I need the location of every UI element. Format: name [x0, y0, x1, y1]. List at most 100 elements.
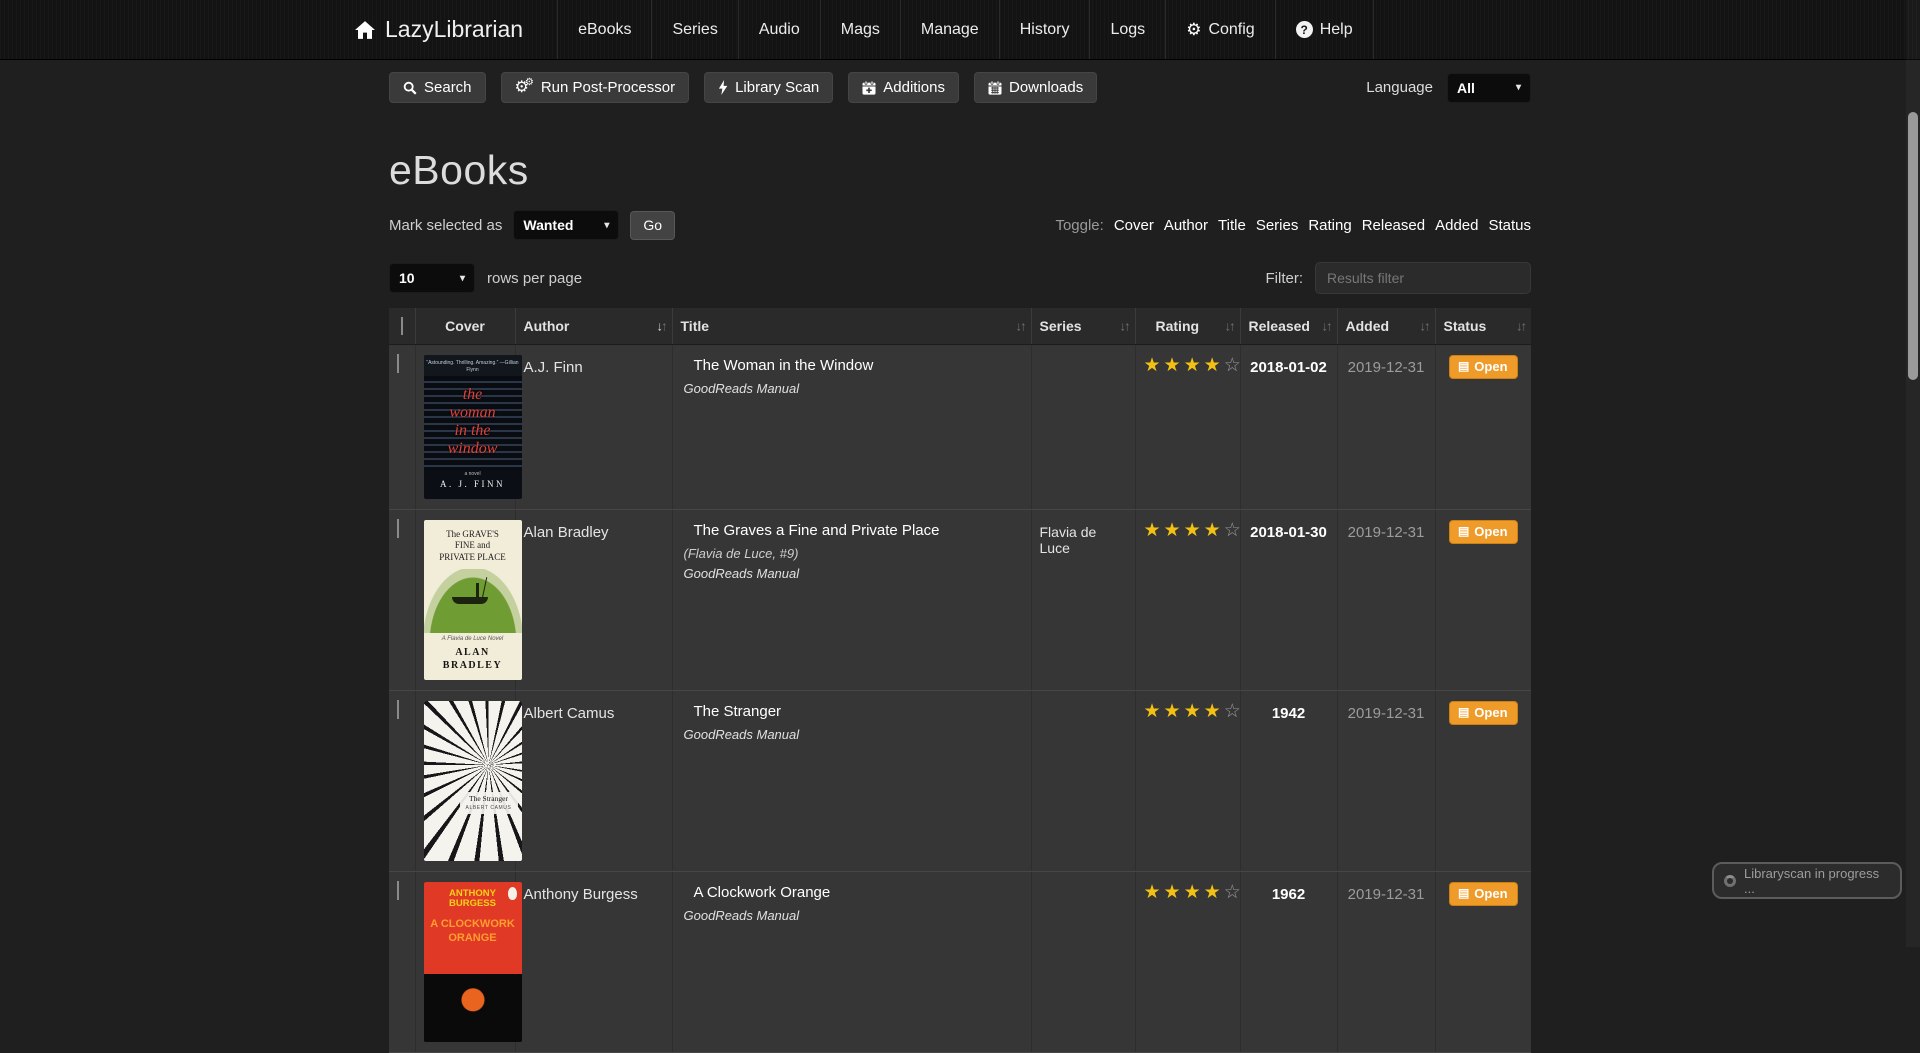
table-row: The GRAVE'S FINE and PRIVATE PLACE A Fla…	[389, 509, 1531, 690]
table-row: The Stranger ALBERT CAMUS Albert Camus T…	[389, 690, 1531, 871]
row-checkbox[interactable]	[397, 519, 399, 538]
book-cover[interactable]: The Stranger ALBERT CAMUS	[424, 701, 522, 861]
nav-item-history[interactable]: History	[999, 0, 1090, 59]
header-status[interactable]: Status↓↑	[1435, 308, 1531, 344]
cover-tagline: “Astounding. Thrilling. Amazing.” —Gilli…	[424, 355, 522, 376]
star-rating: ★★★★☆	[1144, 355, 1244, 376]
nav-item-config[interactable]: ⚙ Config	[1165, 0, 1275, 59]
header-label: Status	[1444, 318, 1487, 334]
book-cover[interactable]: “Astounding. Thrilling. Amazing.” —Gilli…	[424, 355, 522, 499]
row-checkbox[interactable]	[397, 354, 399, 373]
nav-item-series[interactable]: Series	[651, 0, 737, 59]
go-button[interactable]: Go	[630, 211, 675, 240]
select-all-checkbox[interactable]	[401, 317, 403, 335]
downloads-button[interactable]: Downloads	[974, 72, 1097, 103]
nav-item-logs[interactable]: Logs	[1089, 0, 1165, 59]
released-cell: 1962	[1240, 871, 1337, 1052]
mark-status-select[interactable]: Wanted ▾	[513, 210, 619, 240]
header-title[interactable]: Title↓↑	[672, 308, 1031, 344]
released-cell: 1942	[1240, 690, 1337, 871]
rows-per-page-select[interactable]: 10 ▾	[389, 263, 475, 293]
toggle-added[interactable]: Added	[1435, 217, 1478, 234]
header-label: Series	[1040, 318, 1082, 334]
results-filter-input[interactable]	[1315, 262, 1531, 294]
bolt-icon	[718, 80, 728, 95]
author-link[interactable]: Albert Camus	[524, 705, 615, 722]
rating-cell: ★★★★☆	[1135, 344, 1240, 509]
author-link[interactable]: Anthony Burgess	[524, 886, 638, 903]
book-title-link[interactable]: A Clockwork Orange	[681, 884, 1023, 901]
cover-cell: “Astounding. Thrilling. Amazing.” —Gilli…	[415, 344, 515, 509]
open-button[interactable]: ▤Open	[1449, 355, 1518, 379]
book-title-link[interactable]: The Woman in the Window	[681, 357, 1023, 374]
search-button[interactable]: Search	[389, 72, 486, 103]
series-note: (Flavia de Luce, #9)	[681, 546, 1023, 561]
toggle-rating[interactable]: Rating	[1308, 217, 1351, 234]
rating-cell: ★★★★☆	[1135, 871, 1240, 1052]
status-cell: ▤Open	[1435, 344, 1531, 509]
toggle-status[interactable]: Status	[1488, 217, 1531, 234]
nav-item-manage[interactable]: Manage	[900, 0, 999, 59]
toggle-series[interactable]: Series	[1256, 217, 1299, 234]
toggle-released[interactable]: Released	[1362, 217, 1425, 234]
author-link[interactable]: Alan Bradley	[524, 524, 609, 541]
brand-link[interactable]: LazyLibrarian	[355, 0, 557, 59]
spinner-icon	[1724, 875, 1736, 887]
language-select[interactable]: All ▾	[1447, 73, 1531, 103]
book-title-link[interactable]: The Graves a Fine and Private Place	[681, 522, 1023, 539]
additions-button[interactable]: Additions	[848, 72, 959, 103]
open-button[interactable]: ▤Open	[1449, 882, 1518, 906]
ebooks-table: Cover Author↓↑ Title↓↑ Series↓↑ Rating↓↑…	[389, 308, 1531, 1053]
rows-per-page-label: rows per page	[487, 270, 582, 287]
book-cover[interactable]: ANTHONY BURGESS A CLOCKWORK ORANGE	[424, 882, 522, 1042]
sort-icon: ↓↑	[1016, 318, 1025, 333]
title-cell: The Graves a Fine and Private Place (Fla…	[672, 509, 1031, 690]
toggle-title[interactable]: Title	[1218, 217, 1246, 234]
sort-icon: ↓↑	[1420, 318, 1429, 333]
row-checkbox[interactable]	[397, 700, 399, 719]
header-cover: Cover	[415, 308, 515, 344]
home-icon	[355, 21, 375, 39]
run-post-processor-button[interactable]: ⚙⚙ Run Post-Processor	[501, 72, 690, 103]
header-rating[interactable]: Rating↓↑	[1135, 308, 1240, 344]
header-added[interactable]: Added↓↑	[1337, 308, 1435, 344]
cover-cell: The Stranger ALBERT CAMUS	[415, 690, 515, 871]
row-select-cell	[389, 509, 415, 690]
row-checkbox[interactable]	[397, 881, 399, 900]
nav-item-audio[interactable]: Audio	[738, 0, 820, 59]
header-series[interactable]: Series↓↑	[1031, 308, 1135, 344]
header-released[interactable]: Released↓↑	[1240, 308, 1337, 344]
cover-art	[424, 974, 522, 1042]
released-cell: 2018-01-30	[1240, 509, 1337, 690]
header-author[interactable]: Author↓↑	[515, 308, 672, 344]
nav-item-mags[interactable]: Mags	[820, 0, 900, 59]
rating-cell: ★★★★☆	[1135, 509, 1240, 690]
toggle-label: Toggle:	[1055, 217, 1103, 234]
nav-label: Manage	[921, 21, 979, 39]
library-scan-button[interactable]: Library Scan	[704, 72, 833, 103]
language-label: Language	[1366, 79, 1433, 96]
series-cell	[1031, 690, 1135, 871]
scrollbar-thumb[interactable]	[1908, 112, 1918, 380]
toggle-author[interactable]: Author	[1164, 217, 1208, 234]
open-button[interactable]: ▤Open	[1449, 701, 1518, 725]
toggle-cover[interactable]: Cover	[1114, 217, 1154, 234]
author-cell: Albert Camus	[515, 690, 672, 871]
star-rating: ★★★★☆	[1144, 520, 1244, 541]
nav-item-help[interactable]: ? Help	[1275, 0, 1374, 59]
nav-label: Config	[1208, 21, 1254, 39]
book-icon: ▤	[1458, 360, 1469, 372]
nav-item-ebooks[interactable]: eBooks	[557, 0, 651, 59]
book-cover[interactable]: The GRAVE'S FINE and PRIVATE PLACE A Fla…	[424, 520, 522, 680]
series-link[interactable]: Flavia de Luce	[1040, 524, 1097, 556]
book-icon: ▤	[1458, 887, 1469, 899]
book-title-link[interactable]: The Stranger	[681, 703, 1023, 720]
added-cell: 2019-12-31	[1337, 871, 1435, 1052]
row-select-cell	[389, 871, 415, 1052]
book-icon: ▤	[1458, 525, 1469, 537]
rows-per-page-value: 10	[399, 270, 415, 286]
toast-text: Libraryscan in progress ...	[1744, 866, 1890, 896]
author-link[interactable]: A.J. Finn	[524, 359, 583, 376]
open-button[interactable]: ▤Open	[1449, 520, 1518, 544]
nav-label: Help	[1320, 21, 1353, 39]
